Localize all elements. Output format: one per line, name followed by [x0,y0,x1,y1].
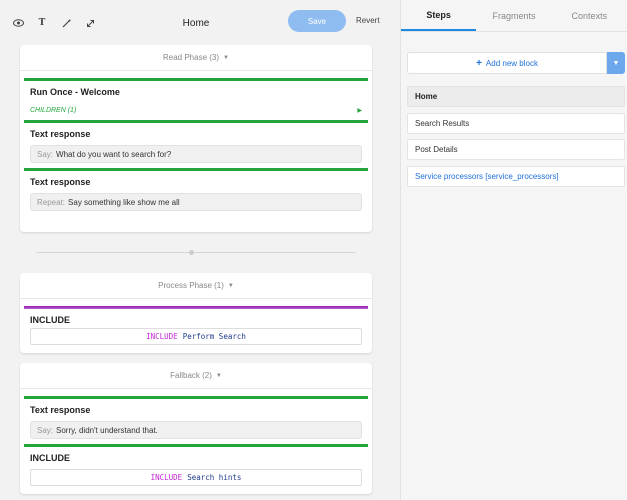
expand-icon[interactable] [84,17,96,29]
editor-area: T Home Save Revert Read Phase (3) ▼ Run … [0,0,400,500]
step-list: Home Search Results Post Details Service… [407,86,625,192]
add-new-block-button[interactable]: + Add new block [407,52,607,74]
text-response-block[interactable]: Text response Say: Sorry, didn't underst… [24,396,368,444]
save-button[interactable]: Save [288,10,346,32]
text-response-title: Text response [30,129,91,139]
include-title: INCLUDE [30,453,70,463]
repeat-field[interactable]: Repeat: Say something like show me all [30,193,362,211]
tab-steps[interactable]: Steps [401,0,477,31]
revert-button[interactable]: Revert [356,16,380,25]
add-block-control: + Add new block ▼ [407,52,625,74]
include-block[interactable]: INCLUDE INCLUDE Perform Search [24,306,368,350]
plus-icon: + [476,57,482,69]
include-reference[interactable]: INCLUDE Search hints [30,469,362,486]
editor-toolbar: T Home Save Revert [0,10,400,36]
add-block-dropdown[interactable]: ▼ [607,52,625,74]
children-toggle[interactable]: CHILDREN (1) ▶ [24,97,368,120]
panel-tabs: Steps Fragments Contexts [401,0,627,32]
include-reference[interactable]: INCLUDE Perform Search [30,328,362,345]
caret-down-icon: ▼ [215,372,222,379]
tab-contexts[interactable]: Contexts [552,0,627,31]
include-block[interactable]: INCLUDE INCLUDE Search hints [24,444,368,491]
text-response-block[interactable]: Text response Say: What do you want to s… [24,120,368,168]
caret-down-icon: ▼ [227,282,234,289]
fallback-phase-header[interactable]: Fallback (2) ▼ [20,363,372,389]
eye-icon[interactable] [12,17,24,29]
process-phase-card: Process Phase (1) ▼ INCLUDE INCLUDE Perf… [20,273,372,353]
run-once-title: Run Once - Welcome [30,87,120,97]
fallback-phase-card: Fallback (2) ▼ Text response Say: Sorry,… [20,363,372,494]
text-response-title: Text response [30,177,91,187]
step-item-service-processors[interactable]: Service processors [service_processors] [407,165,625,187]
step-item-post-details[interactable]: Post Details [407,139,625,160]
phase-divider [36,252,356,253]
side-panel: Steps Fragments Contexts + Add new block… [400,0,627,500]
text-format-icon[interactable]: T [36,17,48,29]
text-response-title: Text response [30,405,91,415]
read-phase-card: Read Phase (3) ▼ Run Once - Welcome CHIL… [20,45,372,232]
run-once-block[interactable]: Run Once - Welcome CHILDREN (1) ▶ [24,78,368,120]
caret-down-icon: ▼ [223,54,229,61]
process-phase-header[interactable]: Process Phase (1) ▼ [20,273,372,299]
step-item-home[interactable]: Home [407,86,625,107]
text-response-block[interactable]: Text response Repeat: Say something like… [24,168,368,216]
divider-handle[interactable] [189,250,194,255]
include-title: INCLUDE [30,315,70,325]
step-item-search-results[interactable]: Search Results [407,112,625,134]
say-field[interactable]: Say: Sorry, didn't understand that. [30,421,362,439]
play-arrow-icon: ▶ [357,108,362,114]
wand-icon[interactable] [60,17,72,29]
tab-fragments[interactable]: Fragments [476,0,551,31]
caret-down-icon: ▼ [612,59,620,67]
block-title: Home [182,18,210,29]
say-field[interactable]: Say: What do you want to search for? [30,145,362,163]
read-phase-header[interactable]: Read Phase (3) ▼ [20,45,372,71]
